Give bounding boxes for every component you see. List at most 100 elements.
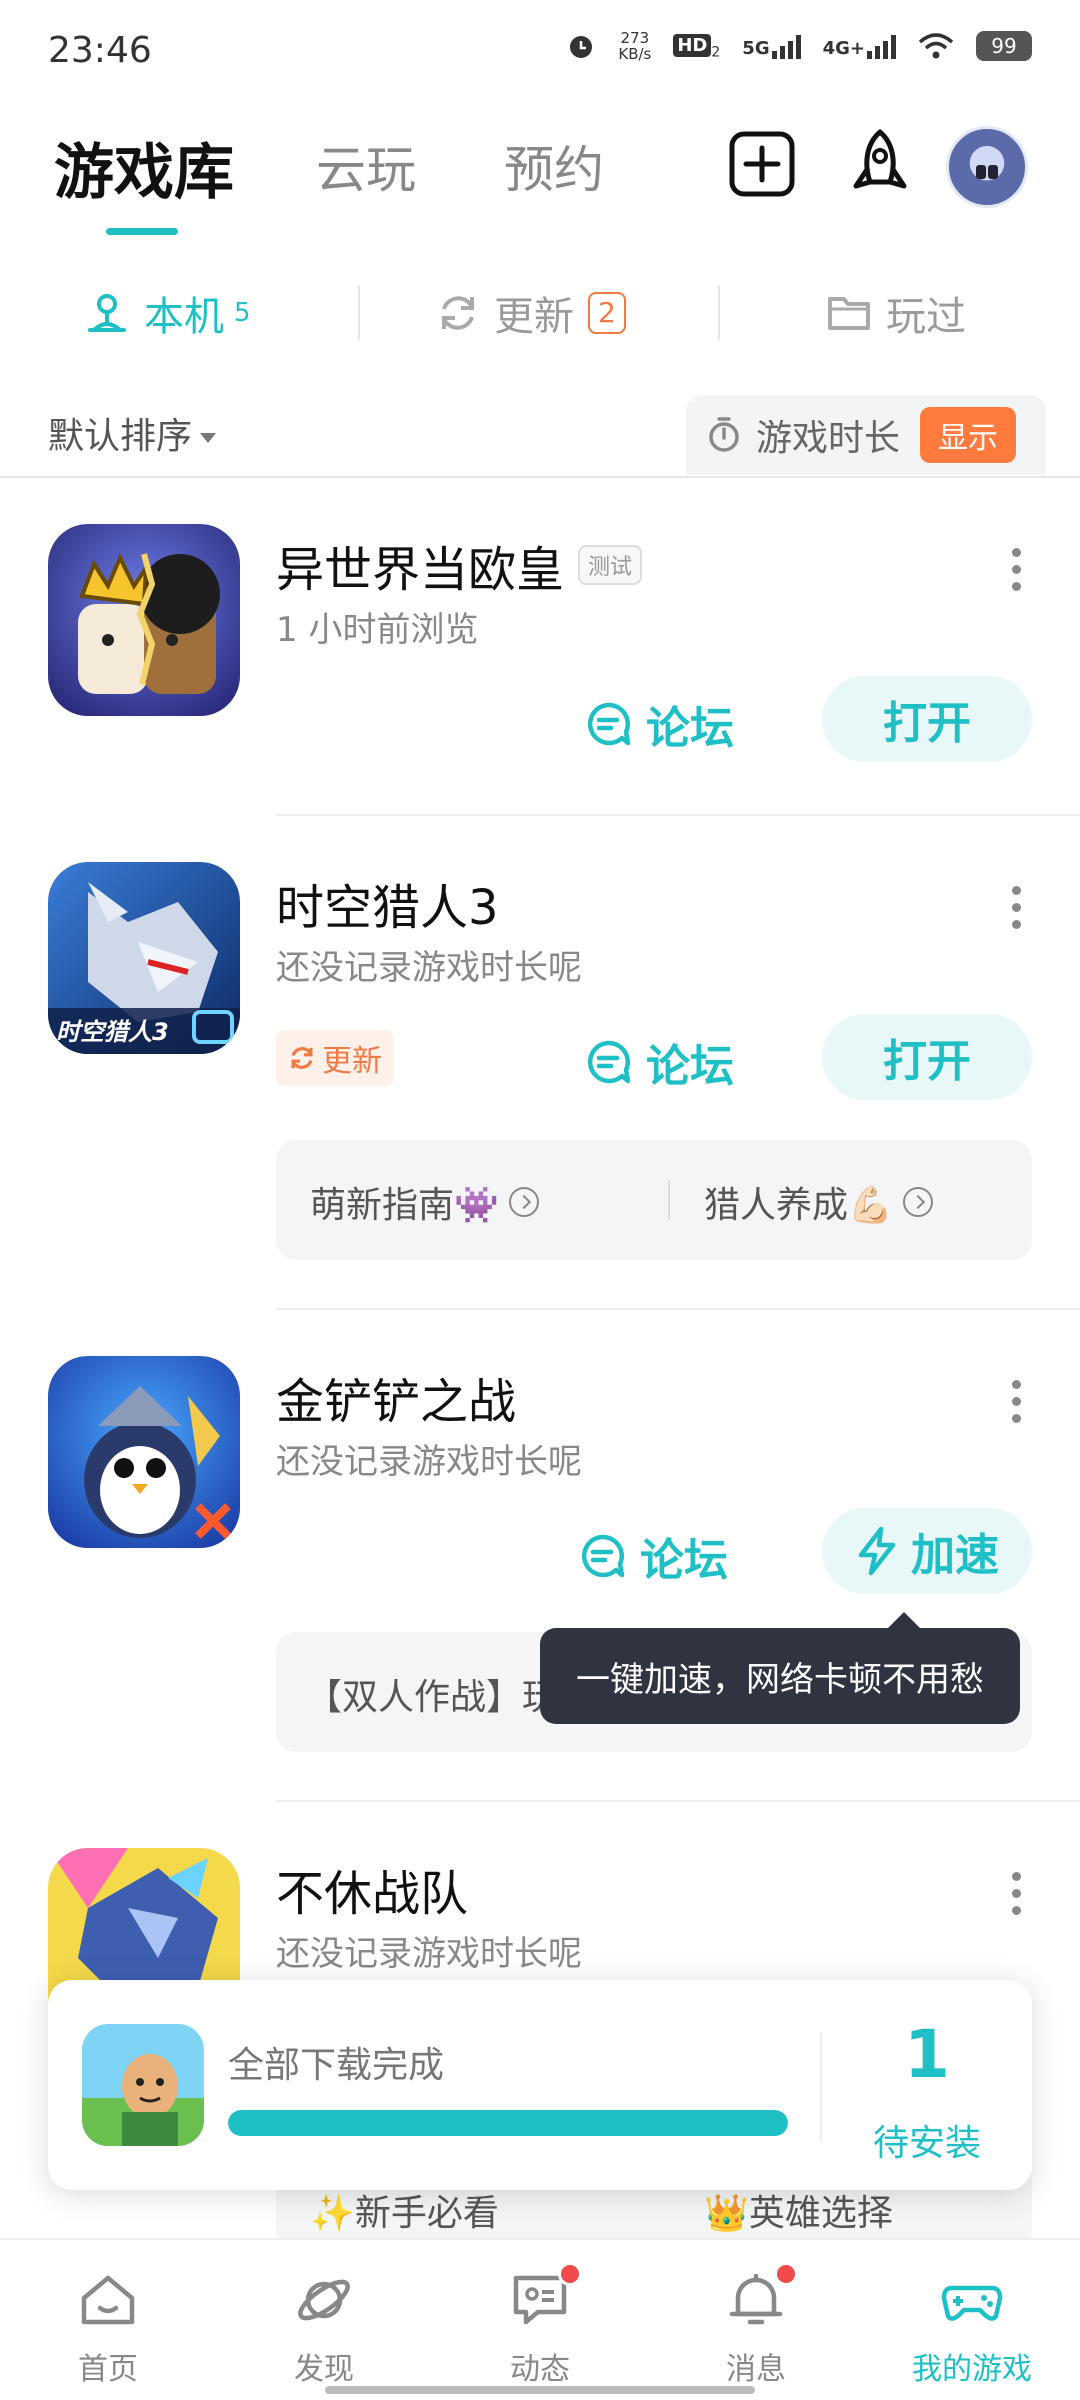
chat-bubble-icon xyxy=(587,1040,631,1084)
guide-link-newbie-must-see[interactable]: ✨新手必看 xyxy=(310,2184,499,2236)
subtab-local-label: 本机 xyxy=(144,294,224,340)
subtab-played-label: 玩过 xyxy=(886,294,966,340)
update-count-badge: 2 xyxy=(588,292,626,334)
home-icon xyxy=(81,2275,135,2325)
notification-dot xyxy=(558,2262,582,2286)
game-subtitle: 还没记录游戏时长呢 xyxy=(276,1934,582,1974)
status-bar: 23:46 273 KB/s HD 2 5G 4G+ 99 xyxy=(0,0,1080,110)
more-icon[interactable] xyxy=(1012,886,1022,929)
guide-link-newbie[interactable]: 萌新指南👾 xyxy=(310,1176,539,1228)
nav-messages[interactable]: 消息 xyxy=(648,2240,864,2390)
plus-square-icon[interactable] xyxy=(726,128,798,200)
game-subtitle: 还没记录游戏时长呢 xyxy=(276,1442,582,1482)
stopwatch-icon xyxy=(709,417,739,452)
bottom-navigation: 首页 发现 动态 消息 我的游戏 xyxy=(0,2238,1080,2400)
hd-indicator: HD 2 xyxy=(673,32,720,60)
nav-feed[interactable]: 动态 xyxy=(432,2240,648,2390)
guide-link-hunter[interactable]: 猎人养成💪🏻 xyxy=(704,1176,933,1228)
folder-icon xyxy=(828,297,870,330)
gamepad-icon xyxy=(941,2285,1003,2321)
play-duration-toggle[interactable]: 游戏时长 显示 xyxy=(686,395,1046,475)
status-time: 23:46 xyxy=(48,30,152,71)
active-tab-indicator xyxy=(106,228,178,235)
game-subtitle: 还没记录游戏时长呢 xyxy=(276,948,582,988)
refresh-icon xyxy=(291,1047,313,1069)
battery-indicator: 99 xyxy=(976,31,1032,61)
top-header: 游戏库 云玩 预约 xyxy=(0,110,1080,240)
alarm-icon xyxy=(570,36,593,58)
game-icon-text: 时空猎人3 xyxy=(56,1018,169,1046)
pending-install-label[interactable]: 待安装 xyxy=(822,2114,1032,2166)
game-item[interactable]: 时空猎人3 时空猎人3 还没记录游戏时长呢 更新 论坛 打开 萌新指南👾 猎人养… xyxy=(0,816,1080,1310)
game-icon[interactable] xyxy=(48,1356,240,1548)
subtab-divider xyxy=(358,286,360,340)
tab-cloud-play[interactable]: 云玩 xyxy=(316,130,416,202)
planet-icon xyxy=(298,2279,350,2321)
game-item[interactable]: 金铲铲之战 还没记录游戏时长呢 论坛 加速 【双人作战】玩 xyxy=(0,1310,1080,1802)
accelerate-tooltip: 一键加速，网络卡顿不用愁 xyxy=(540,1612,1020,1724)
sort-dropdown[interactable]: 默认排序 xyxy=(48,407,217,459)
open-game-button[interactable]: 打开 xyxy=(822,676,1032,762)
subtab-updates[interactable]: 更新 2 xyxy=(436,268,626,358)
pending-install-count[interactable]: 1 xyxy=(822,2016,1032,2093)
open-game-button[interactable]: 打开 xyxy=(822,1014,1032,1100)
more-icon[interactable] xyxy=(1012,548,1022,591)
test-tag: 测试 xyxy=(578,545,643,585)
tab-reservation[interactable]: 预约 xyxy=(504,130,604,202)
download-status-title: 全部下载完成 xyxy=(228,2045,445,2086)
chat-bubble-icon xyxy=(587,702,631,746)
arrow-right-circle-icon xyxy=(508,1187,539,1217)
nav-my-games[interactable]: 我的游戏 xyxy=(864,2240,1080,2390)
game-title: 异世界当欧皇 测试 xyxy=(276,530,643,600)
phone-stand-icon xyxy=(88,294,126,332)
forum-button[interactable]: 论坛 xyxy=(584,692,734,756)
avatar[interactable] xyxy=(946,126,1028,208)
play-duration-label: 游戏时长 xyxy=(756,418,901,459)
forum-button[interactable]: 论坛 xyxy=(578,1524,728,1588)
notification-dot xyxy=(774,2262,798,2286)
download-game-icon xyxy=(82,2024,204,2146)
lightning-icon xyxy=(858,1526,896,1576)
guide-links: 萌新指南👾 猎人养成💪🏻 xyxy=(276,1140,1032,1260)
sort-row: 默认排序 游戏时长 显示 xyxy=(0,395,1080,475)
game-item[interactable]: 异世界当欧皇 测试 1 小时前浏览 论坛 打开 xyxy=(0,478,1080,816)
subtab-local[interactable]: 本机 5 xyxy=(84,268,251,358)
subtab-played[interactable]: 玩过 xyxy=(826,268,966,358)
sub-tabs: 本机 5 更新 2 玩过 xyxy=(0,268,1080,358)
signal-5g: 5G xyxy=(742,33,801,59)
status-icons: 273 KB/s HD 2 5G 4G+ 99 xyxy=(566,30,1032,62)
game-title: 金铲铲之战 xyxy=(276,1374,517,1430)
guide-link-duo[interactable]: 【双人作战】玩 xyxy=(306,1668,558,1720)
game-icon[interactable] xyxy=(48,524,240,716)
show-duration-button[interactable]: 显示 xyxy=(920,407,1017,463)
download-progress-fill xyxy=(228,2110,788,2136)
update-tag[interactable]: 更新 xyxy=(276,1030,394,1086)
rocket-icon[interactable] xyxy=(844,128,916,200)
more-icon[interactable] xyxy=(1012,1380,1022,1423)
guide-divider xyxy=(668,1180,670,1220)
more-icon[interactable] xyxy=(1012,1872,1022,1915)
caret-down-icon xyxy=(200,433,217,443)
game-title: 不休战队 xyxy=(276,1866,469,1922)
guide-link-hero-choice[interactable]: 👑英雄选择 xyxy=(704,2184,893,2236)
download-status-card[interactable]: 全部下载完成 1 待安装 xyxy=(48,1980,1032,2190)
arrow-right-circle-icon xyxy=(902,1187,933,1217)
subtab-updates-label: 更新 xyxy=(494,294,574,340)
wifi-icon xyxy=(918,33,954,59)
signal-4g: 4G+ xyxy=(823,33,896,59)
game-subtitle: 1 小时前浏览 xyxy=(276,610,479,650)
home-indicator xyxy=(325,2386,755,2394)
forum-button[interactable]: 论坛 xyxy=(584,1030,734,1094)
game-icon[interactable]: 时空猎人3 xyxy=(48,862,240,1054)
nav-discover[interactable]: 发现 xyxy=(216,2240,432,2390)
accelerate-button[interactable]: 加速 xyxy=(822,1508,1032,1594)
subtab-divider xyxy=(718,286,720,340)
download-progress-bar xyxy=(228,2110,788,2136)
net-speed: 273 KB/s xyxy=(618,29,652,63)
nav-home[interactable]: 首页 xyxy=(0,2240,216,2390)
game-title: 时空猎人3 xyxy=(276,880,499,936)
refresh-icon xyxy=(442,296,474,330)
tab-game-library[interactable]: 游戏库 xyxy=(54,124,234,211)
chat-bubble-icon xyxy=(581,1534,625,1578)
subtab-local-count: 5 xyxy=(234,298,251,328)
